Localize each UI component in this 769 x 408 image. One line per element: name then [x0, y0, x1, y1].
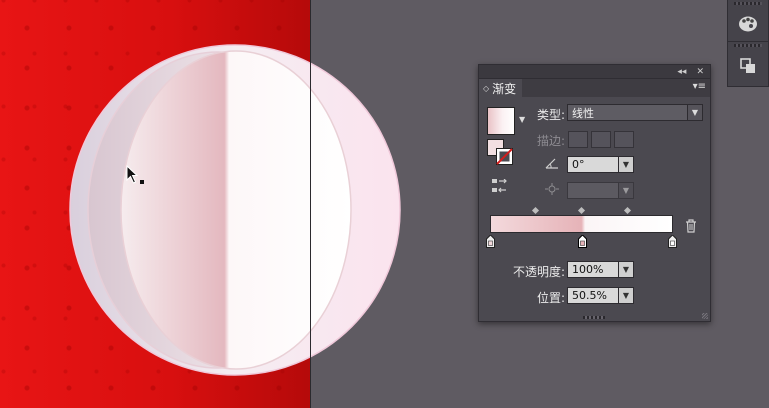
- aspect-ratio-field: ▼: [567, 182, 634, 199]
- angle-icon: [545, 158, 558, 169]
- layers-icon: [740, 58, 755, 73]
- dock-grip[interactable]: [734, 2, 762, 5]
- swatches-dock-button[interactable]: [728, 7, 768, 41]
- chevron-down-icon: ▼: [687, 105, 702, 120]
- gradient-type-select[interactable]: 线性 ▼: [567, 104, 703, 121]
- gradient-stop-end[interactable]: [668, 235, 677, 248]
- tab-gradient-label: 渐变: [492, 81, 517, 96]
- chevron-down-icon: ▼: [618, 262, 633, 277]
- gradient-type-value: 线性: [572, 106, 594, 120]
- stroke-across-button[interactable]: [614, 131, 634, 148]
- chevron-down-icon[interactable]: ▼: [519, 115, 525, 124]
- collapse-panel-button[interactable]: ◂◂: [677, 67, 686, 77]
- tab-expand-icon[interactable]: ◇: [483, 84, 489, 93]
- type-label: 类型:: [536, 108, 565, 122]
- midpoint-diamond[interactable]: [577, 206, 586, 215]
- midpoint-diamond[interactable]: [623, 206, 632, 215]
- tab-gradient[interactable]: ◇ 渐变: [479, 79, 523, 97]
- angle-value: 0°: [572, 158, 585, 171]
- palette-icon: [739, 16, 757, 32]
- location-field[interactable]: 50.5% ▼: [567, 287, 634, 304]
- opacity-field[interactable]: 100% ▼: [567, 261, 634, 278]
- opacity-label: 不透明度:: [512, 265, 565, 279]
- gradient-slider[interactable]: [490, 215, 673, 233]
- stroke-within-button[interactable]: [568, 131, 588, 148]
- dock-separator: [728, 41, 768, 42]
- front-ellipse[interactable]: [120, 50, 352, 370]
- opacity-value: 100%: [572, 263, 604, 276]
- gradient-stop-start[interactable]: [486, 235, 495, 248]
- right-panel-dock: [727, 0, 769, 87]
- arrow-cursor-icon: [126, 165, 144, 184]
- close-panel-button[interactable]: ✕: [696, 67, 704, 77]
- panel-titlebar[interactable]: ◂◂ ✕: [479, 65, 710, 79]
- delete-stop-icon[interactable]: [685, 219, 697, 233]
- fill-stroke-icon[interactable]: [487, 139, 513, 165]
- dock-grip[interactable]: [734, 44, 762, 47]
- gradient-preview-swatch[interactable]: [487, 107, 515, 135]
- location-label: 位置:: [536, 291, 565, 305]
- panel-tab-bar: ◇ 渐变 ▾≡: [479, 79, 710, 97]
- layers-dock-button[interactable]: [728, 49, 768, 83]
- chevron-down-icon: ▼: [618, 288, 633, 303]
- stroke-along-button[interactable]: [591, 131, 611, 148]
- panel-corner-grip[interactable]: [702, 313, 708, 319]
- chevron-down-icon: ▼: [618, 183, 633, 198]
- location-value: 50.5%: [572, 289, 607, 302]
- gradient-panel: ◂◂ ✕ ◇ 渐变 ▾≡ ▼ 类型: 线性 ▼ 描边: 0° ▼ ▼ 不透明度:…: [478, 64, 711, 322]
- gradient-stop-selected[interactable]: [578, 235, 587, 248]
- reverse-gradient-icon[interactable]: [492, 179, 508, 193]
- angle-field[interactable]: 0° ▼: [567, 156, 634, 173]
- midpoint-diamond[interactable]: [531, 206, 540, 215]
- aspect-ratio-icon: [545, 183, 559, 195]
- panel-menu-button[interactable]: ▾≡: [693, 81, 706, 92]
- stroke-label: 描边:: [536, 134, 565, 148]
- chevron-down-icon: ▼: [618, 157, 633, 172]
- panel-resize-grip[interactable]: [583, 316, 605, 319]
